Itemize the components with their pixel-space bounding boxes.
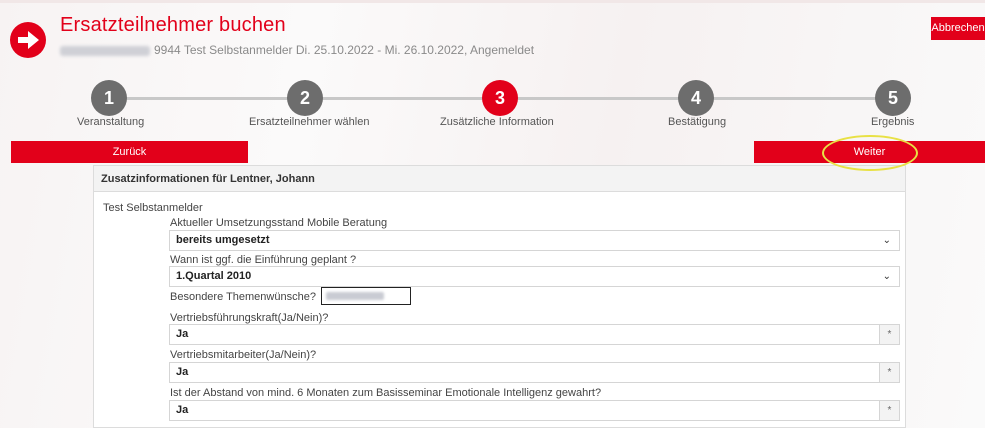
status-select[interactable]: bereits umgesetzt ⌄: [169, 230, 900, 251]
field-label-planned: Wann ist ggf. die Einführung geplant ?: [170, 254, 357, 266]
step-5-label: Ergebnis: [871, 116, 915, 128]
chevron-down-icon: ⌄: [882, 235, 891, 246]
step-1-circle[interactable]: 1: [91, 80, 127, 116]
back-button[interactable]: Zurück: [11, 141, 248, 163]
step-connector: [713, 97, 893, 100]
subtitle-text: 9944 Test Selbstanmelder Di. 25.10.2022 …: [154, 43, 535, 57]
page-subtitle: 9944 Test Selbstanmelder Di. 25.10.2022 …: [60, 43, 534, 57]
step-4-circle[interactable]: 4: [678, 80, 714, 116]
step-2-label: Ersatzteilnehmer wählen: [249, 116, 370, 128]
panel-header: Zusatzinformationen für Lentner, Johann: [94, 166, 905, 192]
required-marker: *: [879, 325, 899, 344]
field-label-employee: Vertriebsmitarbeiter(Ja/Nein)?: [170, 349, 317, 361]
step-3-label: Zusätzliche Information: [440, 116, 554, 128]
redacted-value: [326, 292, 384, 300]
step-3-circle[interactable]: 3: [482, 80, 518, 116]
interval-field[interactable]: Ja *: [169, 400, 900, 421]
planned-select[interactable]: 1.Quartal 2010 ⌄: [169, 266, 900, 287]
additional-info-panel: Zusatzinformationen für Lentner, Johann …: [93, 165, 906, 428]
arrow-right-circle-icon: [10, 22, 46, 58]
step-1-label: Veranstaltung: [77, 116, 145, 128]
interval-field-value: Ja: [176, 404, 189, 416]
page-title: Ersatzteilnehmer buchen: [60, 14, 286, 36]
chevron-down-icon: ⌄: [882, 271, 891, 282]
topics-input[interactable]: [321, 287, 411, 305]
redacted-name: [60, 45, 150, 56]
employee-field[interactable]: Ja *: [169, 362, 900, 383]
highlight-ellipse: [822, 135, 918, 171]
manager-field[interactable]: Ja *: [169, 324, 900, 345]
manager-field-value: Ja: [176, 328, 189, 340]
field-label-manager: Vertriebsführungskraft(Ja/Nein)?: [170, 312, 329, 324]
planned-select-value: 1.Quartal 2010: [176, 270, 252, 282]
step-4-label: Bestätigung: [668, 116, 727, 128]
top-line: [0, 0, 985, 3]
abort-button[interactable]: Abbrechen: [931, 17, 985, 40]
step-5-circle[interactable]: 5: [875, 80, 911, 116]
field-label-topics: Besondere Themenwünsche?: [170, 291, 316, 303]
employee-field-value: Ja: [176, 366, 189, 378]
step-connector: [314, 97, 497, 100]
field-label-status: Aktueller Umsetzungsstand Mobile Beratun…: [170, 217, 388, 229]
required-marker: *: [879, 401, 899, 420]
step-2-circle[interactable]: 2: [287, 80, 323, 116]
field-label-interval: Ist der Abstand von mind. 6 Monaten zum …: [170, 387, 602, 399]
required-marker: *: [879, 363, 899, 382]
wizard-stepper: 1 2 3 4 5 Veranstaltung Ersatzteilnehmer…: [0, 78, 985, 130]
step-connector: [515, 97, 696, 100]
step-connector: [109, 97, 297, 100]
section-label: Test Selbstanmelder: [103, 202, 203, 214]
status-select-value: bereits umgesetzt: [176, 234, 270, 246]
